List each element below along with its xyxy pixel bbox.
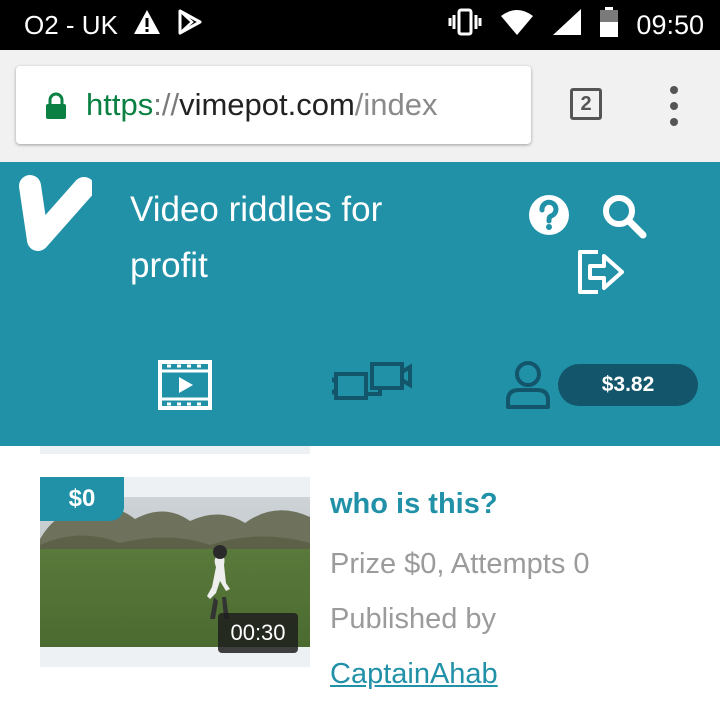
tagline: Video riddles for profit <box>130 182 430 294</box>
lock-icon <box>44 90 70 120</box>
tagline-line-2: profit <box>130 246 208 285</box>
url-text[interactable]: https://vimepot.com/index <box>86 87 438 123</box>
video-card-thumbnail[interactable]: $0 00:30 <box>40 477 310 667</box>
logo-icon[interactable] <box>8 174 95 263</box>
author-link[interactable]: CaptainAhab <box>330 658 498 691</box>
url-scheme: https <box>86 87 154 122</box>
url-host: vimepot.com <box>179 87 355 122</box>
logout-icon[interactable] <box>576 248 626 301</box>
signal-icon <box>552 8 582 43</box>
battery-icon <box>600 6 619 44</box>
video-title[interactable]: who is this? <box>330 488 498 521</box>
status-bar: O2 - UK 09:50 <box>0 0 720 50</box>
clock: 09:50 <box>636 9 704 40</box>
video-duration: 00:30 <box>218 613 298 653</box>
previous-card-edge <box>40 446 310 454</box>
balance-badge[interactable]: $3.82 <box>558 364 698 406</box>
wifi-icon <box>500 8 534 43</box>
prize-badge: $0 <box>40 477 124 521</box>
videos-icon[interactable] <box>158 360 212 415</box>
browser-toolbar: https://vimepot.com/index 2 <box>0 50 720 162</box>
published-by-label: Published by <box>330 603 497 635</box>
url-separator: :// <box>153 87 180 122</box>
address-bar[interactable]: https://vimepot.com/index <box>16 66 531 144</box>
app-header: Video riddles for profit $3.82 <box>0 162 720 446</box>
carrier-name: O2 - UK <box>24 9 118 40</box>
tagline-line-1: Video riddles for <box>130 190 383 229</box>
user-icon[interactable] <box>505 360 551 415</box>
url-path: /index <box>354 87 438 122</box>
warning-icon <box>132 8 162 43</box>
video-call-icon[interactable] <box>328 360 414 411</box>
overflow-menu-icon[interactable] <box>662 86 686 126</box>
tab-count: 2 <box>580 92 592 115</box>
video-stats: Prize $0, Attempts 0 <box>330 548 590 580</box>
vibrate-icon <box>448 7 482 44</box>
play-store-icon <box>176 8 204 43</box>
tabs-icon[interactable]: 2 <box>570 88 602 120</box>
search-icon[interactable] <box>600 192 648 245</box>
help-icon[interactable] <box>527 193 571 242</box>
